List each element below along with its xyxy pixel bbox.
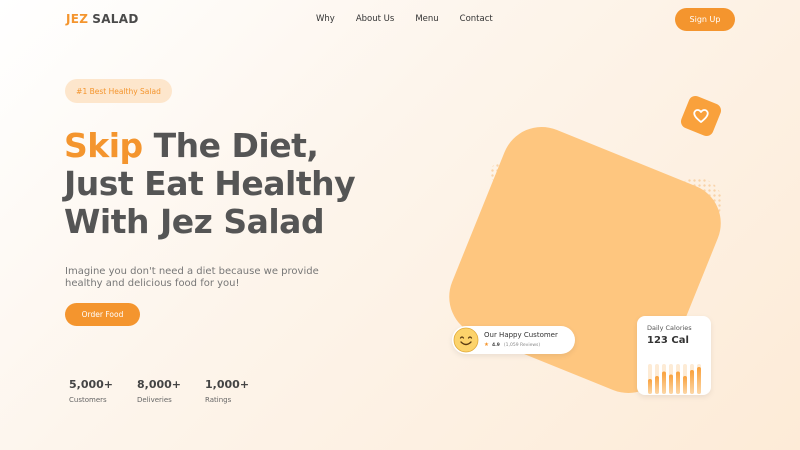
logo-salad: SALAD	[92, 12, 139, 26]
nav-why[interactable]: Why	[316, 14, 335, 24]
logo[interactable]: JEZ SALAD	[66, 12, 139, 26]
main-nav: Why About Us Menu Contact	[316, 14, 493, 24]
customer-rating: ★ 4.9 (1,059 Reviews)	[484, 342, 540, 348]
nav-menu[interactable]: Menu	[415, 14, 438, 24]
nav-contact[interactable]: Contact	[460, 14, 493, 24]
headline-accent: Skip	[64, 126, 143, 165]
calories-bar-chart	[648, 364, 701, 394]
calorie-bar	[683, 376, 687, 394]
sign-up-button[interactable]: Sign Up	[675, 8, 735, 31]
customer-card-title: Our Happy Customer	[484, 331, 558, 339]
headline-line2: Just Eat Healthy	[64, 164, 356, 203]
calorie-bar	[669, 374, 673, 394]
headline-line3: With Jez Salad	[64, 202, 325, 241]
calorie-bar	[655, 376, 659, 394]
stats-row: 5,000+ Customers 8,000+ Deliveries 1,000…	[69, 378, 273, 404]
stat-label: Ratings	[205, 396, 232, 404]
best-salad-badge: #1 Best Healthy Salad	[65, 79, 172, 103]
stat-label: Deliveries	[137, 396, 172, 404]
stat-value: 8,000+	[137, 378, 182, 391]
calorie-bar	[690, 370, 694, 394]
calories-value: 123 Cal	[647, 335, 689, 346]
headline-line1: The Diet,	[142, 126, 319, 165]
review-count: (1,059 Reviews)	[503, 342, 541, 348]
calories-title: Daily Calories	[647, 324, 692, 332]
stat-value: 1,000+	[205, 378, 250, 391]
hero-subtext: Imagine you don't need a diet because we…	[65, 266, 319, 289]
rating-score: 4.9	[491, 342, 500, 348]
daily-calories-card: Daily Calories 123 Cal	[637, 316, 711, 395]
star-icon: ★	[484, 342, 489, 348]
stat-value: 5,000+	[69, 378, 114, 391]
heart-icon	[678, 93, 724, 139]
stat-customers: 5,000+ Customers	[69, 378, 113, 404]
smiling-face-icon	[453, 327, 479, 353]
calorie-bar	[648, 379, 652, 394]
stat-label: Customers	[69, 396, 107, 404]
logo-jez: JEZ	[66, 12, 89, 26]
stat-ratings: 1,000+ Ratings	[205, 378, 249, 404]
order-food-button[interactable]: Order Food	[65, 303, 140, 326]
hero-headline: Skip The Diet, Just Eat Healthy With Jez…	[64, 126, 356, 241]
calorie-bar	[676, 371, 680, 394]
calorie-bar	[662, 371, 666, 394]
stat-deliveries: 8,000+ Deliveries	[137, 378, 181, 404]
calorie-bar	[697, 367, 701, 394]
nav-about-us[interactable]: About Us	[356, 14, 394, 24]
happy-customer-card: Our Happy Customer ★ 4.9 (1,059 Reviews)	[452, 326, 575, 354]
